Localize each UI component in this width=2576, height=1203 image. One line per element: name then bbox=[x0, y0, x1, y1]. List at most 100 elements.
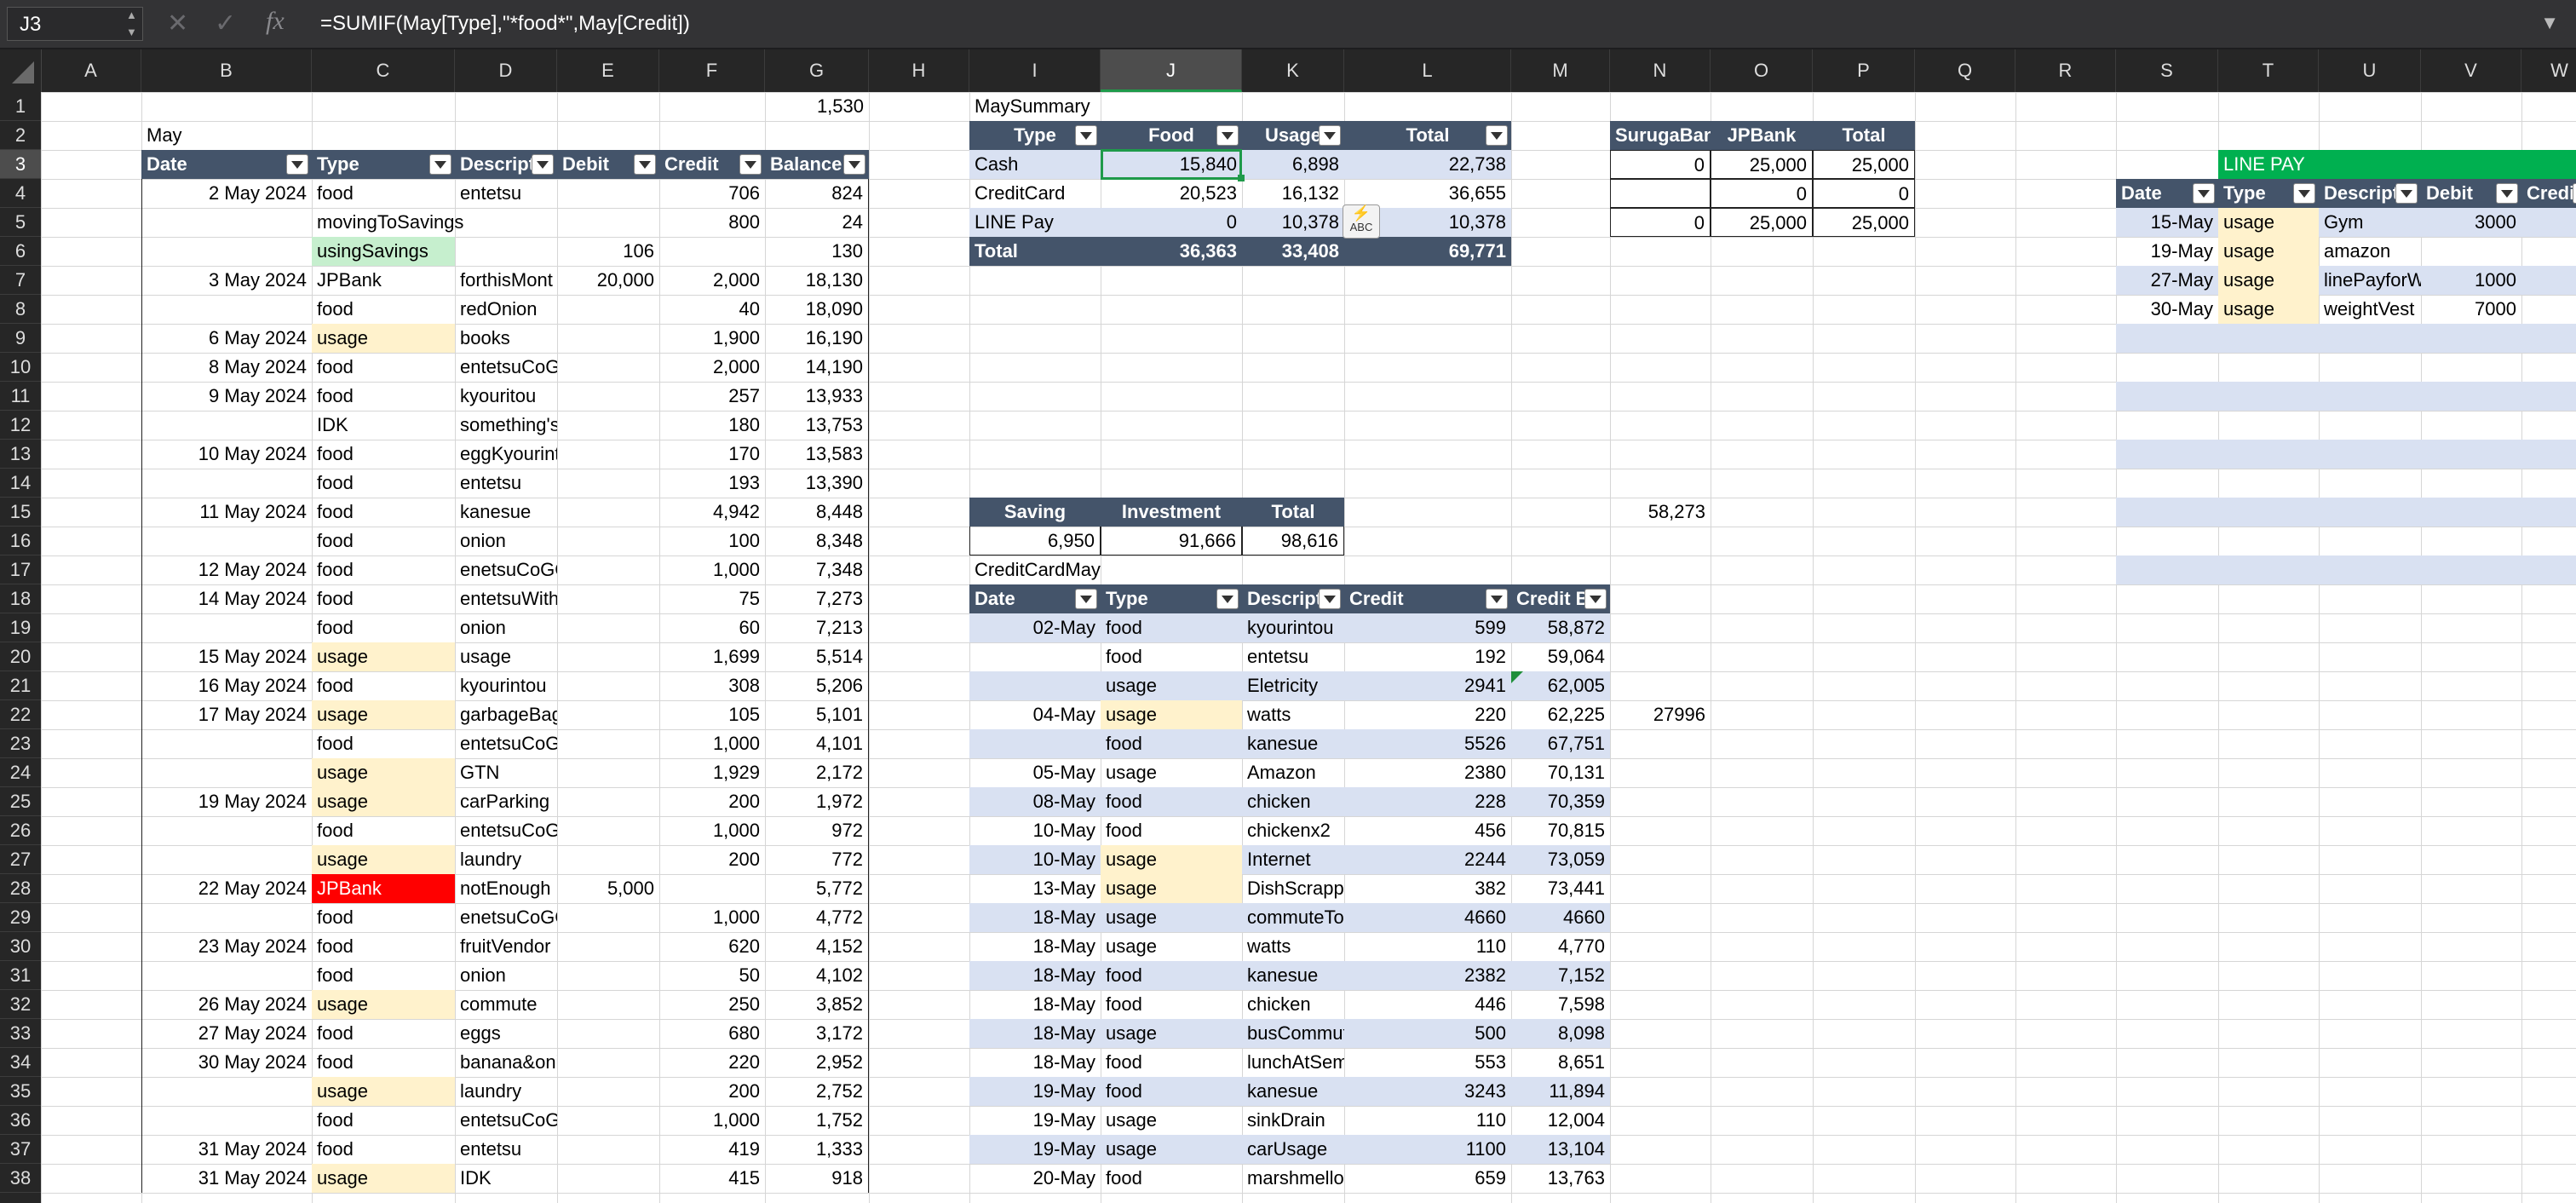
row-header-28[interactable]: 28 bbox=[0, 874, 41, 903]
filter-dropdown-icon[interactable] bbox=[634, 154, 656, 175]
may-row-15-e[interactable] bbox=[557, 498, 659, 527]
row-header-5[interactable]: 5 bbox=[0, 208, 41, 237]
column-header-k[interactable]: K bbox=[1242, 49, 1344, 92]
may-row-4-c[interactable]: food bbox=[312, 179, 455, 208]
cc-row-28-j[interactable]: usage bbox=[1101, 874, 1242, 903]
cc-row-22-k[interactable]: watts bbox=[1242, 700, 1344, 729]
cc-row-38-j[interactable]: food bbox=[1101, 1164, 1242, 1193]
may-row-38-g[interactable]: 918 bbox=[765, 1164, 869, 1193]
column-header-t[interactable]: T bbox=[2218, 49, 2319, 92]
may-row-21-d[interactable]: kyourintou bbox=[455, 671, 557, 700]
may-row-23-d[interactable]: entetsuCoGCa bbox=[455, 729, 557, 758]
may-row-6-d[interactable] bbox=[455, 237, 557, 266]
cc-row-37-i[interactable]: 19-May bbox=[969, 1135, 1101, 1164]
cc-row-37-j[interactable]: usage bbox=[1101, 1135, 1242, 1164]
summary-row-5-j[interactable]: 0 bbox=[1101, 208, 1242, 237]
may-row-27-b[interactable] bbox=[141, 845, 312, 874]
line-pay-empty-9-w[interactable] bbox=[2521, 324, 2576, 353]
cc-row-27-i[interactable]: 10-May bbox=[969, 845, 1101, 874]
bank-row-4-o[interactable]: 0 bbox=[1711, 179, 1813, 208]
line-pay-empty-14-t[interactable] bbox=[2218, 469, 2319, 498]
may-row-29-g[interactable]: 4,772 bbox=[765, 903, 869, 932]
row-header-12[interactable]: 12 bbox=[0, 411, 41, 440]
may-row-38-d[interactable]: IDK bbox=[455, 1164, 557, 1193]
may-row-34-e[interactable] bbox=[557, 1048, 659, 1077]
may-row-23-b[interactable] bbox=[141, 729, 312, 758]
cc-row-26-m[interactable]: 70,815 bbox=[1511, 816, 1610, 845]
cc-row-29-l[interactable]: 4660 bbox=[1344, 903, 1511, 932]
filter-dropdown-icon[interactable] bbox=[1216, 125, 1239, 146]
function-icon[interactable]: fx bbox=[266, 7, 285, 36]
may-total-value[interactable]: 1,530 bbox=[765, 92, 869, 121]
bank-header-p[interactable]: Total bbox=[1813, 121, 1915, 150]
summary-row-4-k[interactable]: 16,132 bbox=[1242, 179, 1344, 208]
may-row-25-g[interactable]: 1,972 bbox=[765, 787, 869, 816]
line-pay-row-7-s[interactable]: 27-May bbox=[2116, 266, 2218, 295]
cc-row-28-l[interactable]: 382 bbox=[1344, 874, 1511, 903]
row-header-23[interactable]: 23 bbox=[0, 729, 41, 758]
may-row-14-b[interactable] bbox=[141, 469, 312, 498]
cc-row-33-m[interactable]: 8,098 bbox=[1511, 1019, 1610, 1048]
may-row-29-c[interactable]: food bbox=[312, 903, 455, 932]
line-pay-empty-9-t[interactable] bbox=[2218, 324, 2319, 353]
may-row-25-f[interactable]: 200 bbox=[659, 787, 765, 816]
line-pay-row-8-w[interactable]: 6 bbox=[2521, 295, 2576, 324]
filter-dropdown-icon[interactable] bbox=[2193, 183, 2215, 204]
cc-row-36-j[interactable]: usage bbox=[1101, 1106, 1242, 1135]
line-pay-empty-17-t[interactable] bbox=[2218, 555, 2319, 584]
bank-header-n[interactable]: SurugaBank bbox=[1610, 121, 1711, 150]
line-pay-empty-13-v[interactable] bbox=[2421, 440, 2521, 469]
may-row-18-e[interactable] bbox=[557, 584, 659, 613]
cc-row-26-l[interactable]: 456 bbox=[1344, 816, 1511, 845]
row-header-19[interactable]: 19 bbox=[0, 613, 41, 642]
may-row-12-g[interactable]: 13,753 bbox=[765, 411, 869, 440]
line-pay-empty-13-w[interactable] bbox=[2521, 440, 2576, 469]
row-header-35[interactable]: 35 bbox=[0, 1077, 41, 1106]
may-row-5-d[interactable] bbox=[455, 208, 557, 237]
row-header-3[interactable]: 3 bbox=[0, 150, 41, 179]
may-row-12-f[interactable]: 180 bbox=[659, 411, 765, 440]
cc-row-34-k[interactable]: lunchAtSem bbox=[1242, 1048, 1344, 1077]
bank-row-3-n[interactable]: 0 bbox=[1610, 150, 1711, 179]
may-row-8-g[interactable]: 18,090 bbox=[765, 295, 869, 324]
may-row-21-b[interactable]: 16 May 2024 bbox=[141, 671, 312, 700]
may-row-23-g[interactable]: 4,101 bbox=[765, 729, 869, 758]
summary-row-4-i[interactable]: CreditCard bbox=[969, 179, 1101, 208]
may-row-24-f[interactable]: 1,929 bbox=[659, 758, 765, 787]
may-row-22-d[interactable]: garbageBag bbox=[455, 700, 557, 729]
column-header-j[interactable]: J bbox=[1101, 49, 1242, 92]
may-row-8-b[interactable] bbox=[141, 295, 312, 324]
line-pay-row-6-s[interactable]: 19-May bbox=[2116, 237, 2218, 266]
may-row-34-b[interactable]: 30 May 2024 bbox=[141, 1048, 312, 1077]
may-row-8-d[interactable]: redOnion bbox=[455, 295, 557, 324]
may-row-10-e[interactable] bbox=[557, 353, 659, 382]
cc-row-29-j[interactable]: usage bbox=[1101, 903, 1242, 932]
savings-side-value[interactable]: 58,273 bbox=[1610, 498, 1711, 527]
may-row-36-b[interactable] bbox=[141, 1106, 312, 1135]
chevron-down-icon[interactable]: ▼ bbox=[2540, 12, 2559, 34]
cc-row-23-m[interactable]: 67,751 bbox=[1511, 729, 1610, 758]
may-row-18-b[interactable]: 14 May 2024 bbox=[141, 584, 312, 613]
column-header-b[interactable]: B bbox=[141, 49, 312, 92]
filter-dropdown-icon[interactable] bbox=[1486, 125, 1508, 146]
may-row-13-e[interactable] bbox=[557, 440, 659, 469]
column-header-a[interactable]: A bbox=[41, 49, 141, 92]
line-pay-empty-16-s[interactable] bbox=[2116, 527, 2218, 555]
filter-dropdown-icon[interactable] bbox=[429, 154, 451, 175]
may-row-14-d[interactable]: entetsu bbox=[455, 469, 557, 498]
may-row-12-c[interactable]: IDK bbox=[312, 411, 455, 440]
line-pay-row-7-t[interactable]: usage bbox=[2218, 266, 2319, 295]
may-row-23-f[interactable]: 1,000 bbox=[659, 729, 765, 758]
may-row-9-b[interactable]: 6 May 2024 bbox=[141, 324, 312, 353]
may-row-30-g[interactable]: 4,152 bbox=[765, 932, 869, 961]
may-row-27-g[interactable]: 772 bbox=[765, 845, 869, 874]
may-row-22-b[interactable]: 17 May 2024 bbox=[141, 700, 312, 729]
may-row-13-d[interactable]: eggKyourintou bbox=[455, 440, 557, 469]
cc-row-25-m[interactable]: 70,359 bbox=[1511, 787, 1610, 816]
line-pay-row-8-t[interactable]: usage bbox=[2218, 295, 2319, 324]
line-pay-empty-17-s[interactable] bbox=[2116, 555, 2218, 584]
line-pay-empty-12-u[interactable] bbox=[2319, 411, 2421, 440]
filter-dropdown-icon[interactable] bbox=[1486, 589, 1508, 609]
may-row-6-g[interactable]: 130 bbox=[765, 237, 869, 266]
row-header-11[interactable]: 11 bbox=[0, 382, 41, 411]
